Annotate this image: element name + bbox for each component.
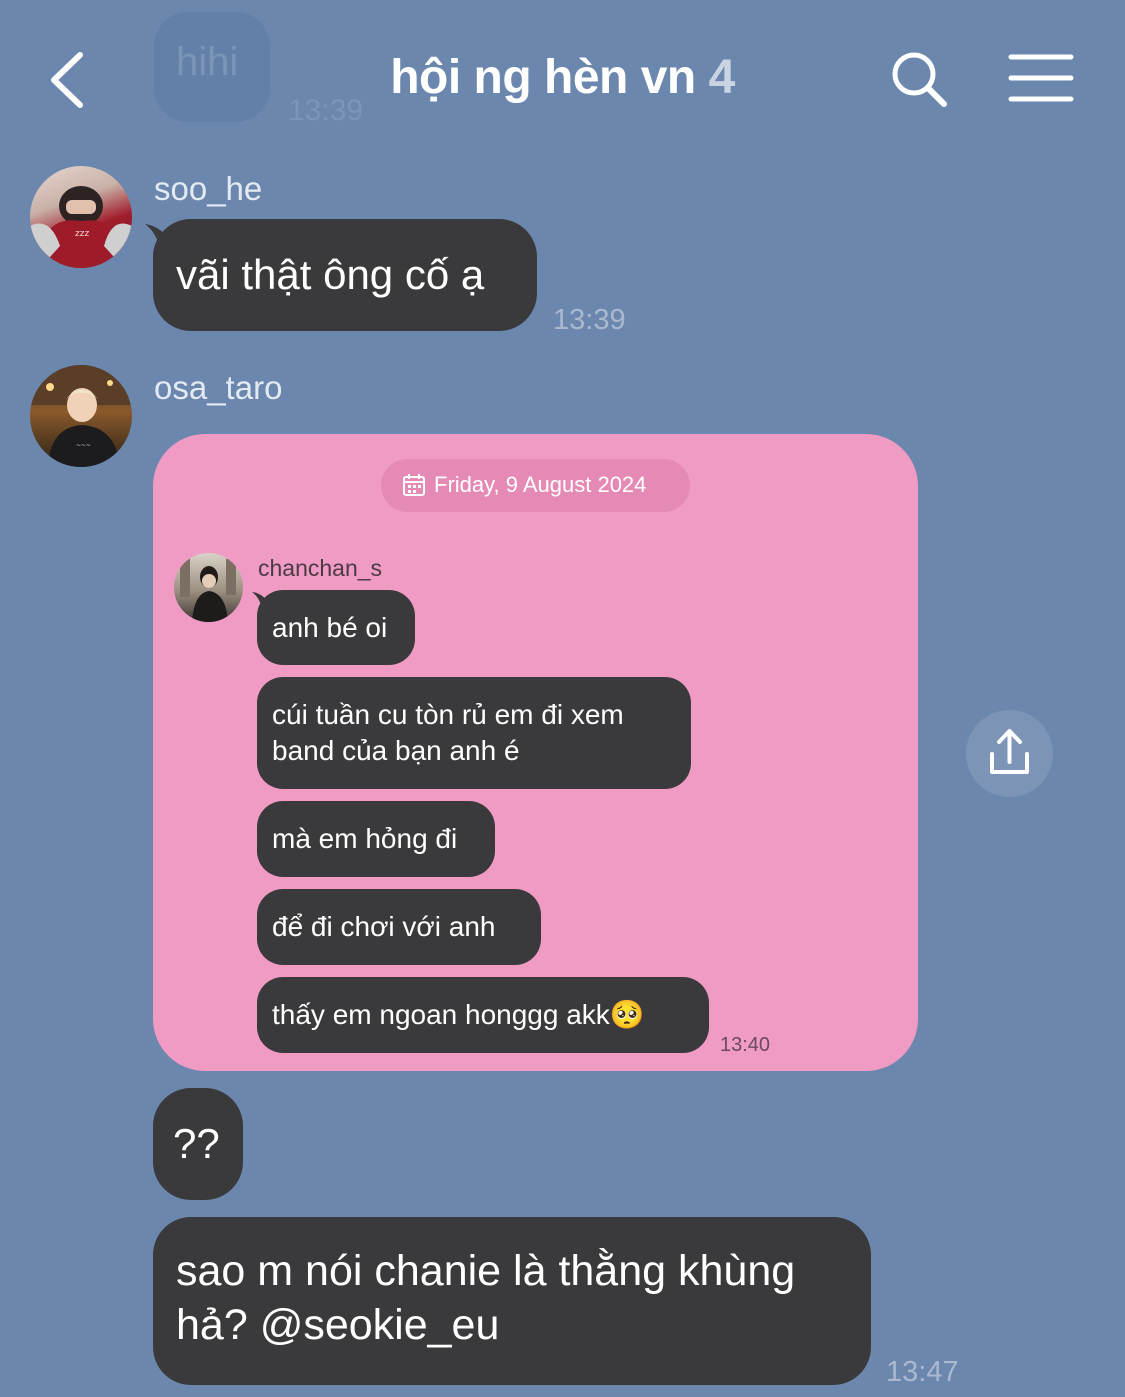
hamburger-menu-icon [1008,54,1074,102]
sender-name: soo_he [154,170,263,207]
menu-button[interactable] [1008,52,1074,106]
shared-chat-date: Friday, 9 August 2024 [434,472,647,497]
avatar-soo_he[interactable]: zzz [30,166,132,268]
share-button[interactable] [966,710,1053,797]
avatar-image: zzz [30,186,132,268]
avatar-image: ~~~ [30,365,132,467]
shared-line-3: mà em hỏng đi [257,801,495,877]
shared-line-1: anh bé oi [257,590,415,665]
message-bubble[interactable]: vãi thật ông cố ạ [153,219,537,331]
message-bubble[interactable]: sao m nói chanie là thằng khùng hả? @seo… [153,1217,871,1385]
svg-text:zzz: zzz [75,229,89,239]
shared-line-5: thấy em ngoan honggg akk🥺 [257,977,709,1053]
shared-chat-time: 13:40 [720,1034,771,1056]
sender-name: osa_taro [154,369,283,406]
avatar-chanchan_s [174,553,243,622]
message-bubble[interactable]: ?? [153,1088,243,1200]
search-icon [892,52,947,107]
message-time: 13:47 [886,1356,959,1388]
search-button[interactable] [888,48,952,112]
member-count: 4 [708,51,736,104]
avatar-image [180,557,236,622]
chat-title-name: hội ng hèn vn [390,51,696,104]
avatar-osa_taro[interactable]: ~~~ [30,365,132,467]
calendar-icon [402,473,426,497]
message-time: 13:39 [553,304,626,336]
shared-line-2: cúi tuần cu tòn rủ em đi xem band của bạ… [257,677,691,789]
shared-chat-sender: chanchan_s [258,555,383,581]
shared-line-4: để đi chơi với anh [257,889,541,965]
svg-text:~~~: ~~~ [76,442,91,449]
chat-title: hội ng hèn vn 4 [0,50,1125,105]
share-icon [990,729,1029,774]
